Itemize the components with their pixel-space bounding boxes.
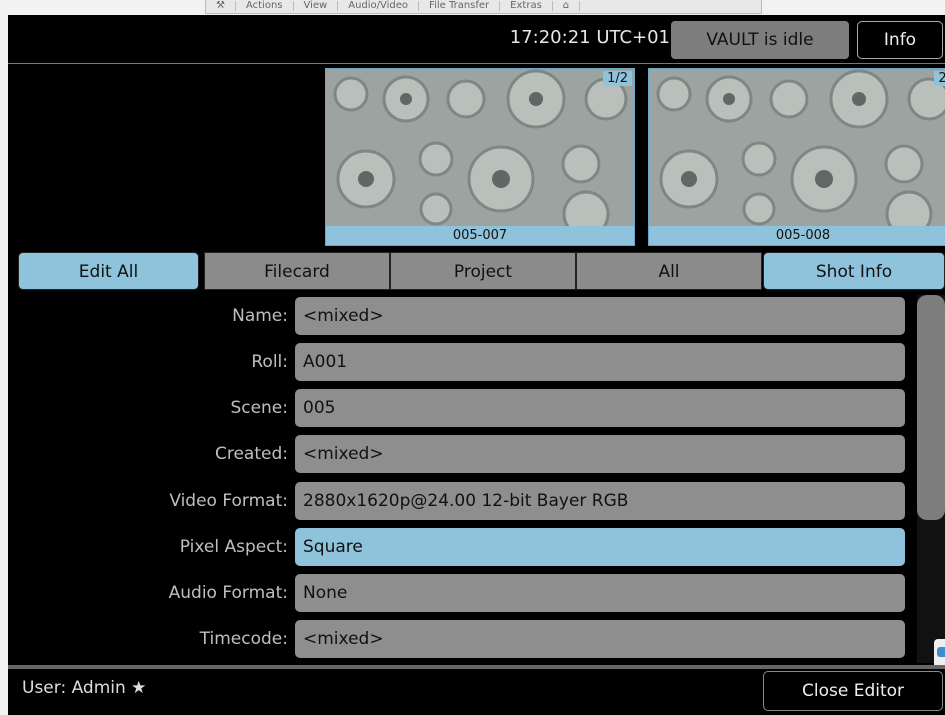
field-label: Created:	[214, 444, 288, 464]
audio-video-menu[interactable]: Audio/Video	[338, 1, 420, 11]
field-row-timecode: Timecode: <mixed>	[8, 620, 905, 658]
user-label: User: Admin ★	[22, 678, 147, 698]
thumbnail-count: 1/2	[603, 71, 632, 86]
app-window: 17:20:21 UTC+01 VAULT is idle Info 1/2 0…	[8, 15, 945, 715]
widget-glyph-icon	[937, 647, 945, 657]
thumbnail-image	[326, 69, 634, 245]
field-label: Name:	[232, 306, 288, 326]
field-label: Timecode:	[199, 629, 288, 649]
field-row-audio-format: Audio Format: None	[8, 574, 905, 612]
roll-field[interactable]: A001	[295, 343, 905, 381]
timecode-field[interactable]: <mixed>	[295, 620, 905, 658]
close-editor-button[interactable]: Close Editor	[763, 671, 943, 711]
tab-bar: Edit All Filecard Project All Shot Info	[18, 252, 945, 290]
scrollbar-thumb[interactable]	[917, 295, 945, 520]
created-field[interactable]: <mixed>	[295, 435, 905, 473]
tools-menu[interactable]: ⚒	[206, 1, 236, 11]
tab-filecard[interactable]: Filecard	[204, 252, 390, 290]
tab-project[interactable]: Project	[390, 252, 576, 290]
field-row-pixel-aspect: Pixel Aspect: Square	[8, 528, 905, 566]
actions-menu[interactable]: Actions	[236, 1, 294, 11]
home-menu[interactable]: ⌂	[553, 1, 581, 11]
tab-shot-info[interactable]: Shot Info	[763, 252, 945, 290]
thumbnail-count: 2/	[934, 71, 945, 86]
info-button[interactable]: Info	[857, 21, 943, 59]
field-row-roll: Roll: A001	[8, 343, 905, 381]
field-label: Roll:	[251, 352, 288, 372]
pixel-aspect-field[interactable]: Square	[295, 528, 905, 566]
thumbnail-label: 005-007	[326, 226, 634, 245]
field-label: Audio Format:	[168, 583, 288, 603]
status-badge: VAULT is idle	[671, 21, 849, 59]
thumbnail-label: 005-008	[649, 226, 945, 245]
field-label: Video Format:	[169, 491, 288, 511]
clip-thumbnail[interactable]: 1/2 005-007	[325, 68, 635, 246]
header-divider	[8, 63, 945, 64]
tab-all[interactable]: All	[576, 252, 762, 290]
tab-edit-all[interactable]: Edit All	[18, 252, 199, 290]
clip-thumbnail[interactable]: 2/ 005-008	[648, 68, 945, 246]
field-label: Pixel Aspect:	[179, 537, 288, 557]
field-row-video-format: Video Format: 2880x1620p@24.00 12-bit Ba…	[8, 482, 905, 520]
extras-menu[interactable]: Extras	[500, 1, 553, 11]
clock: 17:20:21 UTC+01	[509, 27, 670, 48]
field-label: Scene:	[230, 398, 288, 418]
video-format-field[interactable]: 2880x1620p@24.00 12-bit Bayer RGB	[295, 482, 905, 520]
view-menu[interactable]: View	[294, 1, 339, 11]
audio-format-field[interactable]: None	[295, 574, 905, 612]
field-row-scene: Scene: 005	[8, 389, 905, 427]
top-menu-bar: ⚒ Actions View Audio/Video File Transfer Extr…	[205, 0, 762, 14]
file-transfer-menu[interactable]: File Transfer	[419, 1, 501, 11]
field-row-name: Name: <mixed>	[8, 297, 905, 335]
field-row-created: Created: <mixed>	[8, 435, 905, 473]
footer: User: Admin ★ Close Editor	[8, 665, 945, 715]
vertical-scrollbar[interactable]	[917, 295, 945, 663]
footer-divider	[8, 665, 945, 669]
scene-field[interactable]: 005	[295, 389, 905, 427]
name-field[interactable]: <mixed>	[295, 297, 905, 335]
thumbnail-image	[649, 69, 945, 245]
header: 17:20:21 UTC+01 VAULT is idle Info	[8, 15, 945, 63]
